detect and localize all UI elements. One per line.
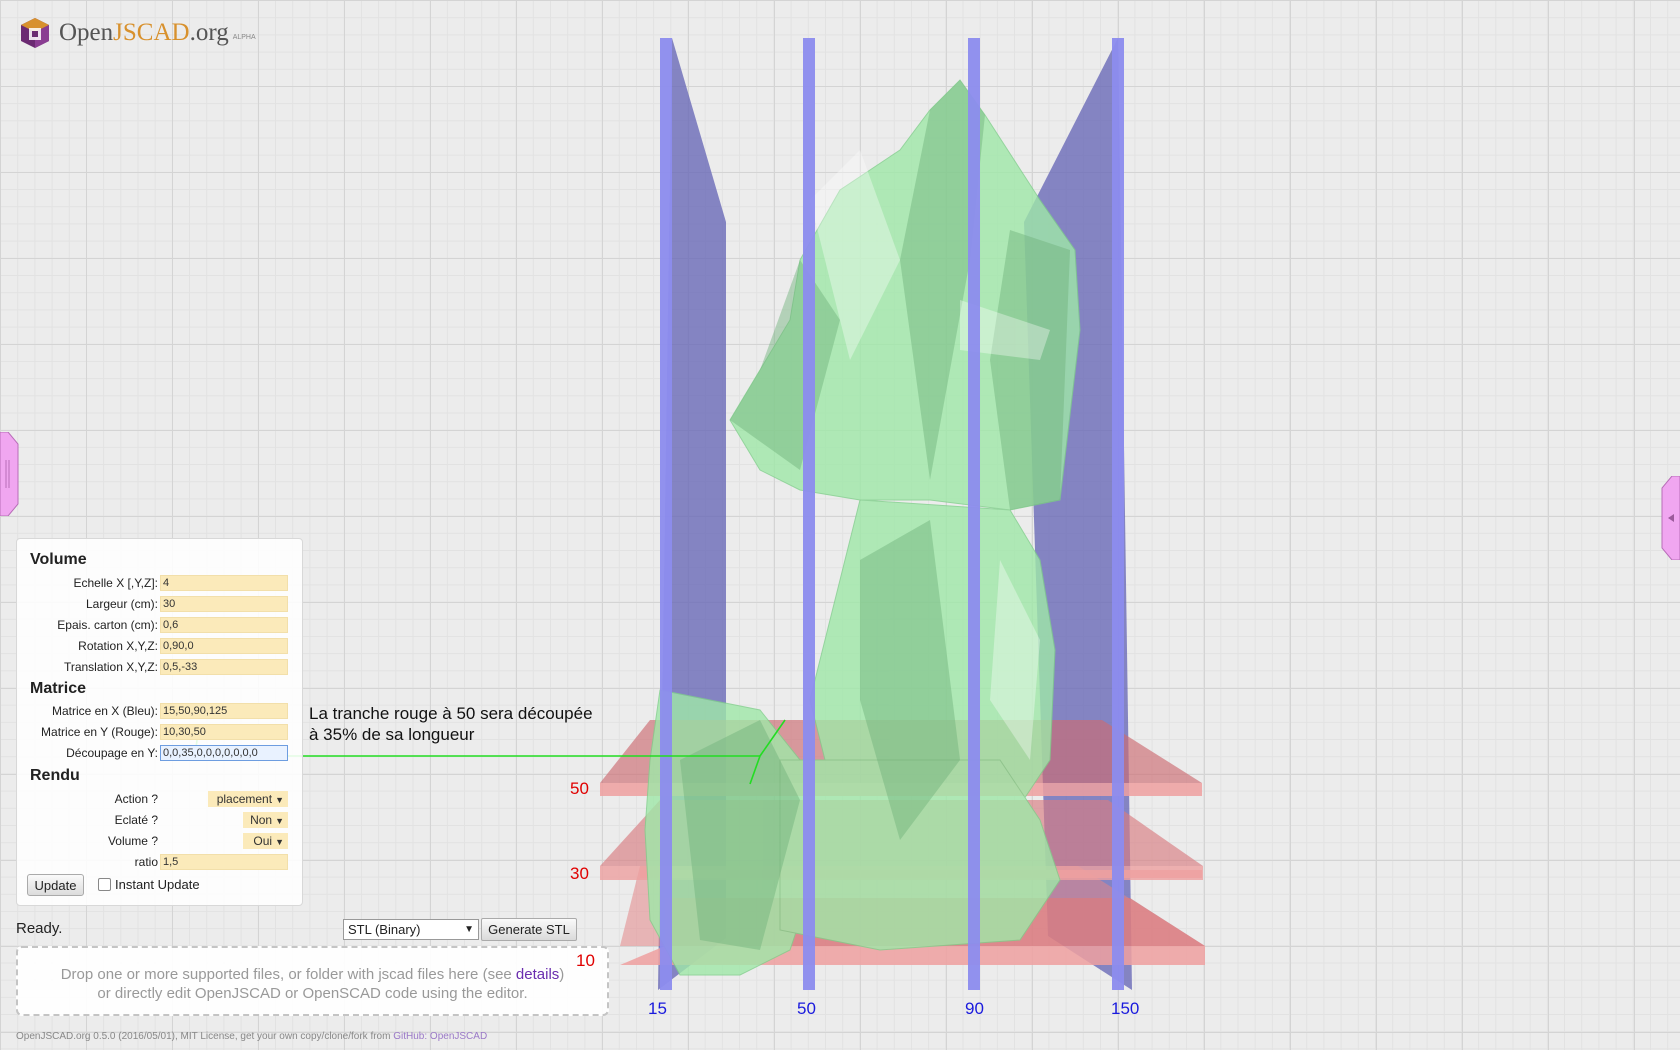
rotation-label: Rotation X,Y,Z: bbox=[78, 639, 158, 653]
matrice-y-label: Matrice en Y (Rouge): bbox=[41, 725, 158, 739]
largeur-input[interactable] bbox=[160, 596, 288, 612]
blue-slice-label: 150 bbox=[1111, 999, 1140, 1018]
largeur-label: Largeur (cm): bbox=[85, 597, 158, 611]
red-slice-label: 50 bbox=[570, 779, 589, 798]
ratio-label: ratio bbox=[134, 855, 158, 869]
export-format-select[interactable]: STL (Binary) ▼ bbox=[343, 919, 479, 940]
blue-slice-label: 50 bbox=[797, 999, 816, 1018]
action-label: Action ? bbox=[114, 792, 158, 806]
app-logo[interactable]: OpenJSCAD.org ALPHA bbox=[18, 16, 256, 50]
github-link[interactable]: GitHub: OpenJSCAD bbox=[393, 1031, 487, 1042]
matrice-y-input[interactable] bbox=[160, 724, 288, 740]
epaisseur-carton-input[interactable] bbox=[160, 617, 288, 633]
left-panel-toggle-tab[interactable] bbox=[0, 432, 20, 516]
right-panel-toggle-tab[interactable] bbox=[1660, 476, 1680, 560]
red-slice-label: 30 bbox=[570, 864, 589, 883]
echelle-input[interactable] bbox=[160, 575, 288, 591]
footer: OpenJSCAD.org 0.5.0 (2016/05/01), MIT Li… bbox=[16, 1031, 488, 1042]
rotation-input[interactable] bbox=[160, 638, 288, 654]
eclate-label: Eclaté ? bbox=[114, 813, 158, 827]
matrice-group-heading: Matrice bbox=[30, 680, 87, 697]
matrice-x-label: Matrice en X (Bleu): bbox=[51, 704, 158, 718]
annotation-text: La tranche rouge à 50 sera découpée à 35… bbox=[309, 704, 593, 744]
volume-option-label: Volume ? bbox=[107, 834, 158, 848]
translation-label: Translation X,Y,Z: bbox=[63, 660, 158, 674]
file-drop-zone[interactable]: Drop one or more supported files, or fol… bbox=[16, 946, 609, 1016]
translation-input[interactable] bbox=[160, 659, 288, 675]
volume-select[interactable]: Oui ▼ bbox=[243, 833, 288, 849]
matrice-x-input[interactable] bbox=[160, 703, 288, 719]
volume-group-heading: Volume bbox=[30, 551, 87, 568]
decoupage-y-label: Découpage en Y: bbox=[66, 746, 158, 760]
chevron-down-icon: ▼ bbox=[464, 924, 474, 935]
blue-slice-label: 15 bbox=[648, 999, 667, 1018]
parameters-panel: Volume Echelle X [,Y,Z]: Largeur (cm): E… bbox=[16, 538, 303, 906]
dropzone-text-2: or directly edit OpenJSCAD or OpenSCAD c… bbox=[97, 985, 528, 1002]
dropzone-text-1: Drop one or more supported files, or fol… bbox=[60, 966, 516, 983]
details-link[interactable]: details bbox=[516, 966, 559, 983]
generate-stl-button[interactable]: Generate STL bbox=[481, 918, 577, 941]
ratio-input[interactable] bbox=[160, 854, 288, 870]
action-select[interactable]: placement ▼ bbox=[208, 791, 288, 807]
blue-slice-label: 90 bbox=[965, 999, 984, 1018]
status-text: Ready. bbox=[16, 920, 63, 937]
instant-update-toggle[interactable]: Instant Update bbox=[98, 877, 200, 892]
instant-update-label: Instant Update bbox=[115, 877, 200, 892]
app-title: OpenJSCAD.org bbox=[59, 19, 229, 46]
echelle-label: Echelle X [,Y,Z]: bbox=[73, 576, 159, 590]
alpha-badge: ALPHA bbox=[232, 33, 256, 41]
rendu-group-heading: Rendu bbox=[30, 767, 80, 784]
eclate-select[interactable]: Non ▼ bbox=[243, 812, 288, 828]
decoupage-y-input[interactable] bbox=[160, 745, 288, 761]
red-slice-label: 10 bbox=[576, 951, 595, 970]
instant-update-checkbox[interactable] bbox=[98, 878, 111, 891]
update-button[interactable]: Update bbox=[27, 874, 84, 896]
openjscad-cube-logo-icon bbox=[21, 18, 49, 48]
epaisseur-carton-label: Epais. carton (cm): bbox=[57, 618, 158, 632]
